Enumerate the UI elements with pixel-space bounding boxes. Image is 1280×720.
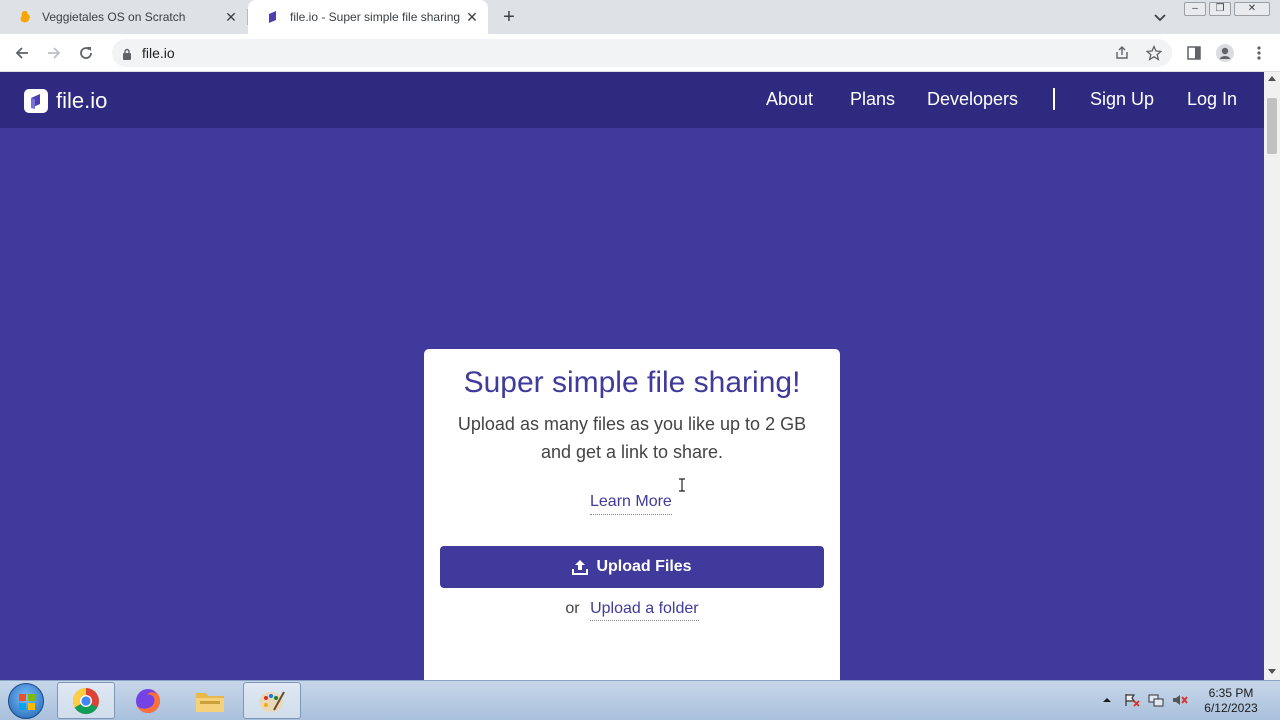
bookmark-star-icon[interactable] (1144, 43, 1164, 63)
brand-name[interactable]: file.io (56, 88, 107, 114)
volume-muted-icon[interactable] (1172, 693, 1188, 707)
start-button[interactable] (8, 683, 44, 719)
nav-plans-link[interactable]: Plans (850, 89, 895, 110)
close-window-button[interactable]: ✕ (1234, 2, 1270, 16)
back-arrow-icon[interactable] (12, 43, 32, 63)
tab-search-chevron-icon[interactable] (1151, 8, 1169, 26)
browser-toolbar: file.io (0, 34, 1280, 72)
url-text[interactable]: file.io (142, 45, 175, 61)
taskbar-file-explorer[interactable] (181, 682, 239, 719)
folder-icon (196, 692, 224, 712)
profile-avatar-icon[interactable] (1215, 43, 1235, 63)
minimize-window-button[interactable]: – (1184, 2, 1206, 16)
learn-more-link[interactable]: Learn More (590, 493, 672, 515)
close-tab-icon[interactable]: ✕ (464, 9, 480, 25)
scroll-down-arrow-icon[interactable] (1268, 669, 1276, 674)
forward-arrow-icon[interactable] (44, 43, 64, 63)
nav-login-link[interactable]: Log In (1187, 89, 1237, 110)
network-icon[interactable] (1148, 693, 1164, 707)
nav-about-link[interactable]: About (766, 89, 813, 110)
card-subtitle: Upload as many files as you like up to 2… (457, 414, 807, 462)
nav-divider (1053, 88, 1055, 110)
tab-title: Veggietales OS on Scratch (42, 10, 186, 24)
taskbar-paint[interactable] (243, 682, 301, 719)
taskbar-chrome[interactable] (57, 682, 115, 719)
windows-logo-icon (19, 694, 35, 710)
chrome-icon (72, 687, 99, 714)
clock-date: 6/12/2023 (1204, 701, 1258, 715)
restore-window-button[interactable]: ❐ (1209, 2, 1231, 16)
reload-icon[interactable] (76, 43, 96, 63)
site-header: file.io About Plans Developers Sign Up L… (0, 72, 1264, 128)
nav-signup-link[interactable]: Sign Up (1090, 89, 1154, 110)
card-title: Super simple file sharing! (463, 366, 801, 399)
page-scrollbar[interactable] (1264, 72, 1280, 680)
share-icon[interactable] (1112, 43, 1132, 63)
upload-card: Super simple file sharing! Upload as man… (424, 349, 840, 680)
tab-veggietales[interactable]: Veggietales OS on Scratch ✕ (0, 0, 247, 34)
system-clock[interactable]: 6:35 PM 6/12/2023 (1196, 686, 1266, 716)
fileio-favicon-icon (266, 10, 280, 24)
scroll-up-arrow-icon[interactable] (1268, 76, 1276, 81)
browser-tab-bar: Veggietales OS on Scratch ✕ file.io - Su… (0, 0, 1280, 34)
brand-link[interactable]: file.io (24, 88, 107, 114)
lock-icon[interactable] (122, 47, 132, 60)
tab-fileio[interactable]: file.io - Super simple file sharing ✕ (248, 0, 488, 34)
or-text: or (565, 600, 580, 617)
nav-developers-link[interactable]: Developers (927, 89, 1018, 110)
show-hidden-icons-icon[interactable] (1100, 693, 1114, 707)
upload-files-button[interactable]: Upload Files (440, 546, 824, 588)
firefox-icon (136, 688, 160, 713)
text-cursor-icon (678, 478, 686, 492)
close-tab-icon[interactable]: ✕ (223, 9, 239, 25)
page-content: file.io About Plans Developers Sign Up L… (0, 72, 1264, 680)
menu-kebab-icon[interactable] (1249, 43, 1269, 63)
os-taskbar: 6:35 PM 6/12/2023 (0, 680, 1280, 720)
fileio-logo-icon (24, 89, 48, 113)
action-center-flag-icon[interactable] (1124, 693, 1140, 707)
tab-title: file.io - Super simple file sharing (290, 10, 461, 24)
upload-files-label: Upload Files (596, 558, 692, 575)
scroll-thumb[interactable] (1267, 98, 1277, 154)
side-panel-icon[interactable] (1184, 43, 1204, 63)
new-tab-icon[interactable]: + (498, 6, 520, 28)
upload-icon (572, 559, 589, 575)
taskbar-firefox[interactable] (119, 682, 177, 719)
scratch-favicon-icon (18, 10, 32, 24)
upload-folder-link[interactable]: Upload a folder (590, 600, 699, 621)
upload-folder-row: or Upload a folder (424, 600, 840, 621)
clock-time: 6:35 PM (1208, 686, 1254, 700)
paint-palette-icon (259, 691, 285, 712)
address-bar[interactable]: file.io (112, 39, 1172, 67)
